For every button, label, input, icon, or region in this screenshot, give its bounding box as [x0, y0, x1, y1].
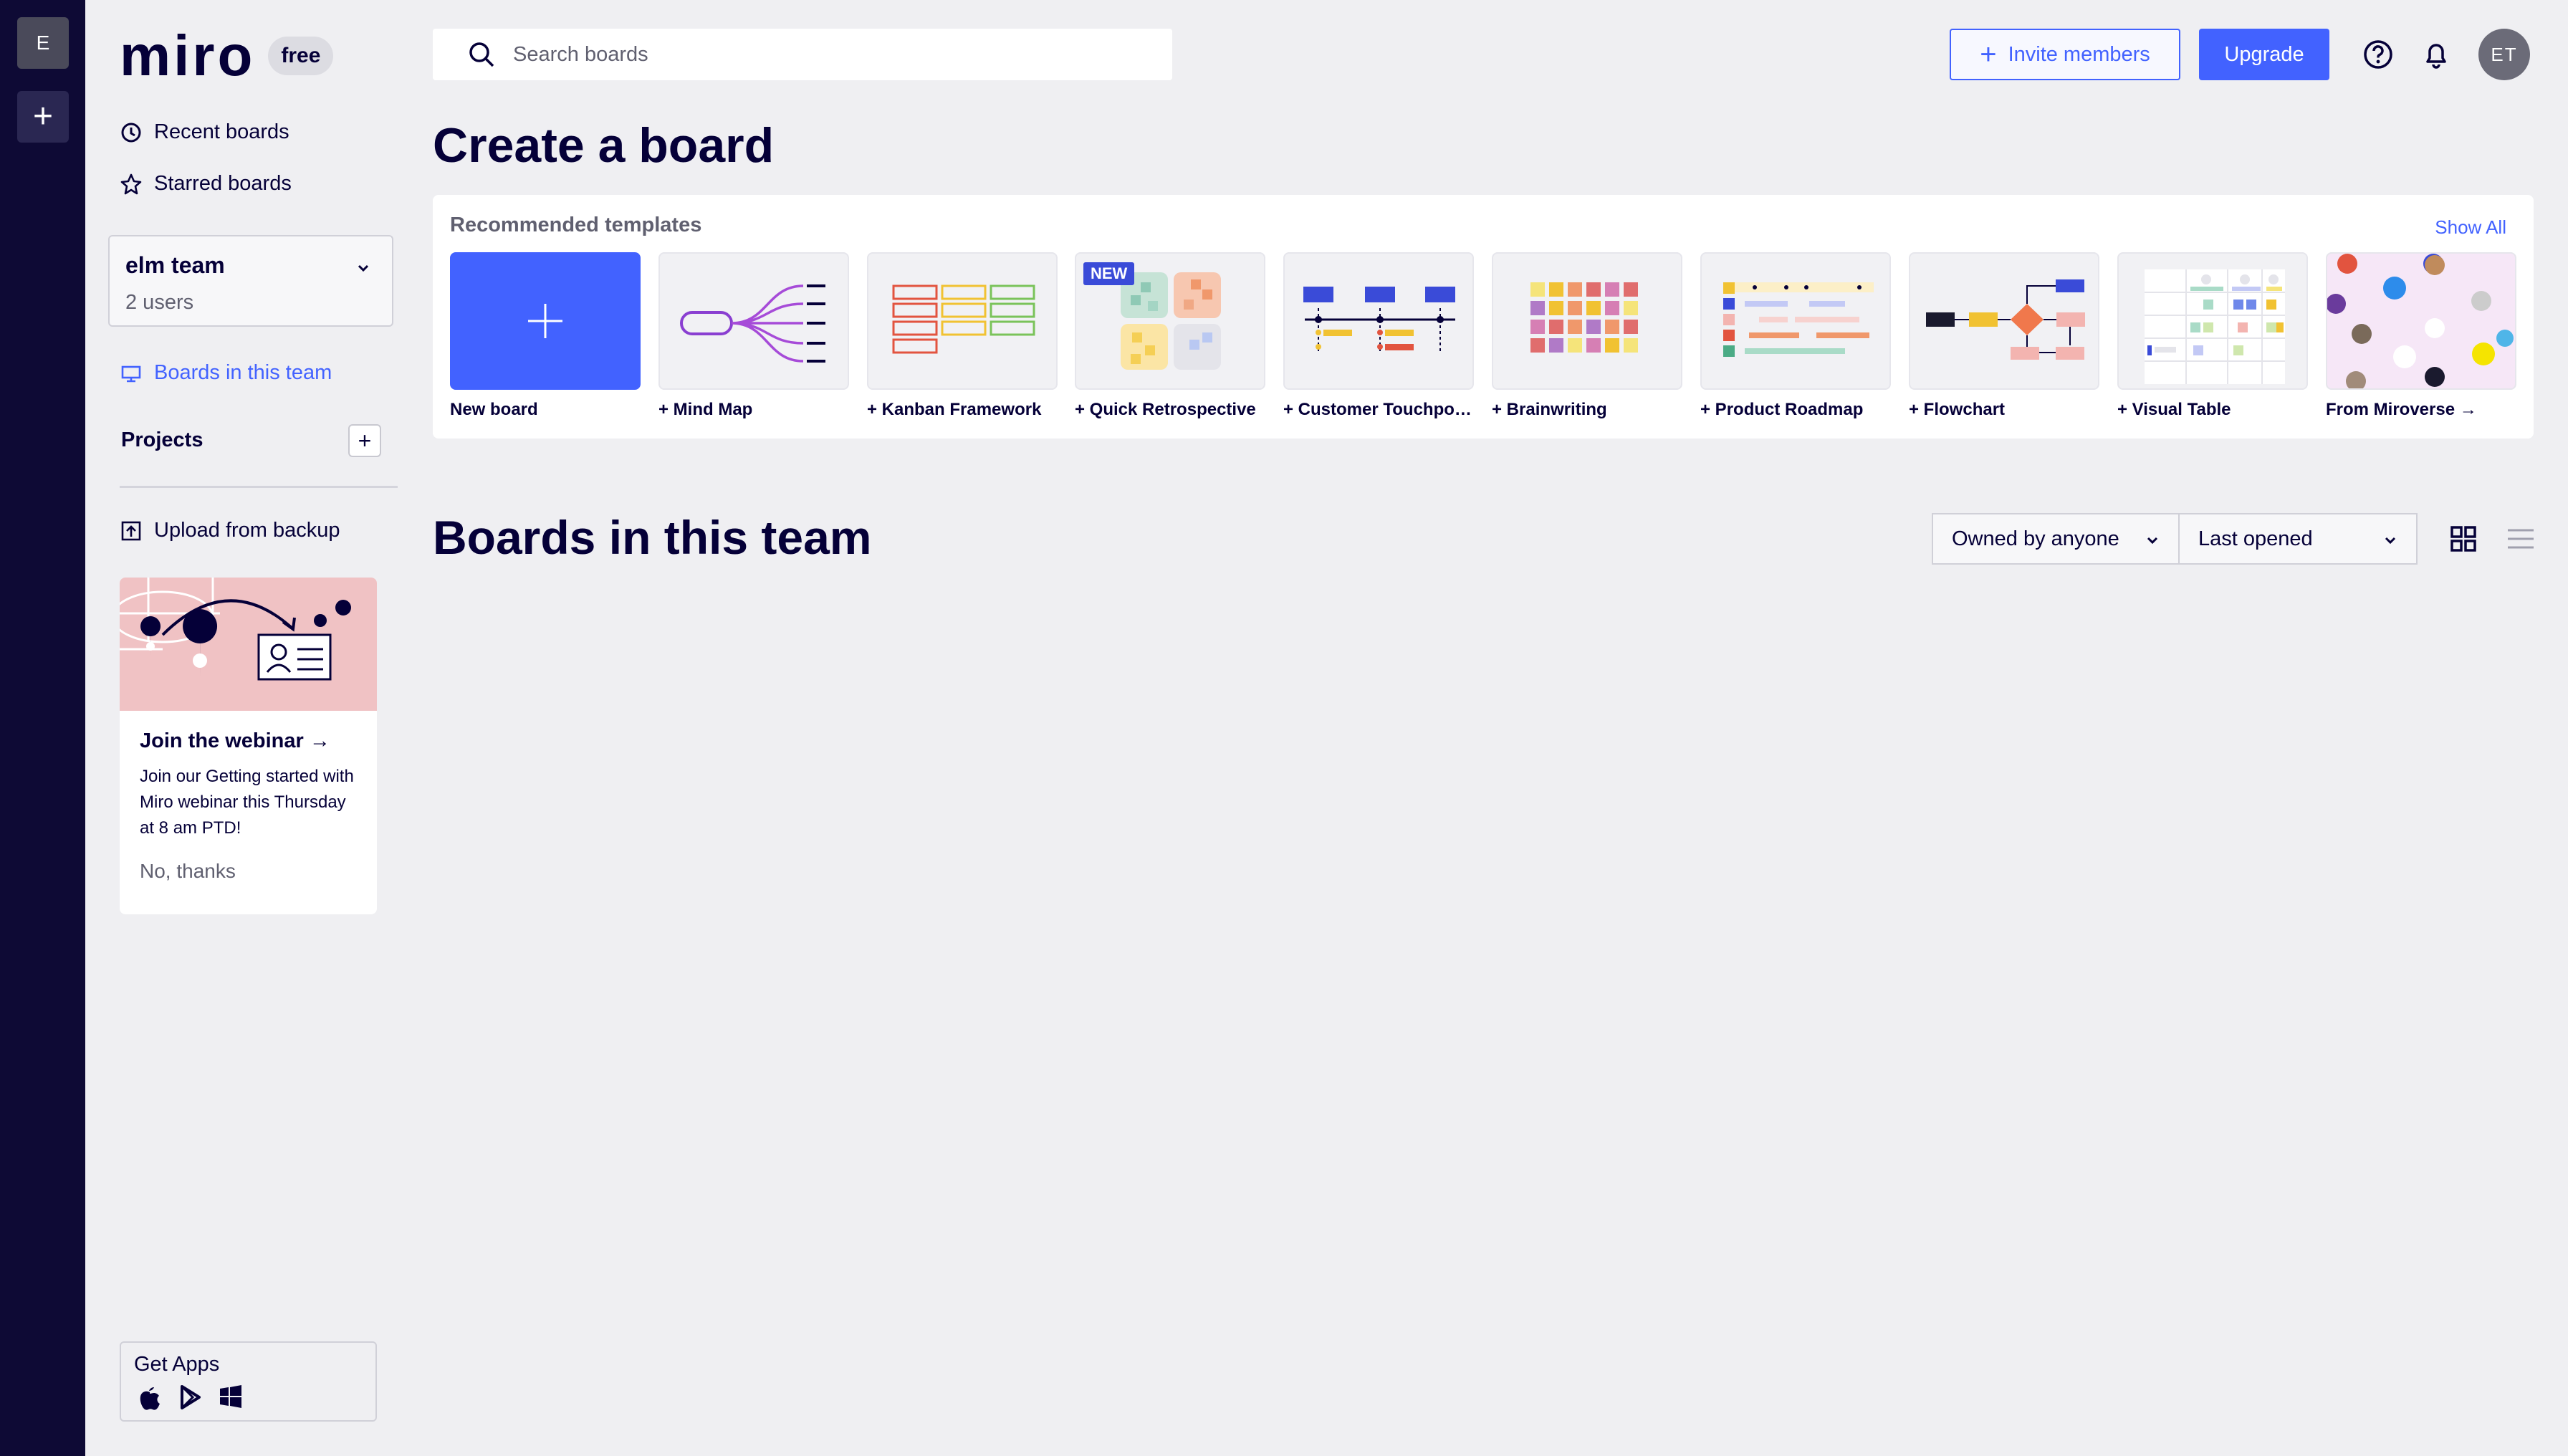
chevron-down-icon [2147, 537, 2158, 545]
plus-icon: + [1980, 39, 1997, 70]
sidebar-item-label: Starred boards [154, 172, 292, 195]
star-icon [120, 173, 142, 194]
sidebar-item-starred[interactable]: Starred boards [120, 172, 292, 196]
list-icon [2508, 529, 2534, 549]
sidebar-item-upload-backup[interactable]: Upload from backup [120, 519, 340, 542]
kanban-thumb [867, 252, 1058, 390]
plan-badge: free [268, 37, 334, 75]
search-input[interactable] [513, 42, 1158, 67]
template-label: + Brainwriting [1492, 400, 1607, 419]
apple-icon[interactable] [137, 1384, 163, 1412]
sort-select[interactable]: Last opened [2178, 513, 2418, 565]
touchpoint-thumb [1283, 252, 1474, 390]
upgrade-button[interactable]: Upgrade [2199, 29, 2329, 80]
upload-icon [121, 521, 141, 540]
search-bar[interactable] [433, 29, 1172, 80]
template-new-board[interactable]: New board [450, 252, 641, 420]
sidebar-item-boards-in-team[interactable]: Boards in this team [120, 361, 332, 385]
sidebar-item-label: Upload from backup [154, 519, 340, 542]
workspace-rail: E + [0, 0, 85, 1456]
plus-icon [528, 304, 562, 338]
template-miroverse[interactable]: From Miroverse → [2326, 252, 2516, 420]
user-avatar[interactable]: ET [2478, 29, 2530, 80]
team-name: elm team [125, 252, 225, 278]
team-switcher-button[interactable]: E [17, 17, 69, 69]
webinar-promo-card: Join the webinar → Join our Getting star… [120, 578, 377, 914]
get-apps-label: Get Apps [134, 1353, 220, 1376]
miroverse-thumb [2326, 252, 2516, 390]
chevron-down-icon [358, 264, 369, 272]
recommended-templates-panel: Recommended templates Show All New board… [433, 195, 2534, 439]
template-customer-touchpoint[interactable]: + Customer Touchpoint Map [1283, 252, 1474, 420]
template-label: From Miroverse → [2326, 400, 2477, 419]
template-label: + Flowchart [1909, 400, 2006, 419]
chevron-down-icon [2385, 537, 2396, 545]
sidebar-item-recent[interactable]: Recent boards [120, 120, 289, 144]
team-user-count: 2 users [125, 291, 194, 314]
get-apps-panel: Get Apps [120, 1341, 377, 1422]
windows-icon[interactable] [219, 1384, 243, 1409]
dismiss-promo-button[interactable]: No, thanks [140, 860, 236, 883]
sort-value: Last opened [2198, 527, 2313, 550]
miro-logo[interactable]: miro free [120, 23, 334, 89]
google-play-icon[interactable] [178, 1384, 203, 1410]
webinar-illustration [120, 578, 377, 711]
template-product-roadmap[interactable]: + Product Roadmap [1700, 252, 1891, 420]
bell-icon[interactable] [2419, 37, 2453, 72]
template-label: + Quick Retrospective [1075, 400, 1256, 419]
flowchart-thumb [1909, 252, 2099, 390]
team-selector[interactable]: elm team 2 users [108, 235, 393, 327]
owner-filter-select[interactable]: Owned by anyone [1932, 513, 2180, 565]
sidebar-item-label: Boards in this team [154, 361, 332, 384]
page-title: Create a board [433, 118, 775, 173]
new-badge: NEW [1083, 262, 1135, 285]
search-icon [469, 42, 494, 67]
templates-heading: Recommended templates [450, 214, 702, 236]
visual-table-thumb [2117, 252, 2308, 390]
add-team-button[interactable]: + [17, 91, 69, 143]
template-brainwriting[interactable]: + Brainwriting [1492, 252, 1682, 420]
section-title: Boards in this team [433, 511, 872, 564]
grid-view-button[interactable] [2446, 522, 2481, 556]
template-label: + Mind Map [658, 400, 753, 419]
help-icon[interactable] [2361, 37, 2395, 72]
grid-icon [2450, 526, 2476, 552]
sidebar: miro free Recent boards Starred boards e… [85, 0, 408, 1456]
template-flowchart[interactable]: + Flowchart [1909, 252, 2099, 420]
mind-map-thumb [658, 252, 849, 390]
template-label: + Customer Touchpoint Map [1283, 400, 1474, 419]
logo-wordmark: miro [120, 24, 256, 87]
template-kanban[interactable]: + Kanban Framework [867, 252, 1058, 420]
webinar-link[interactable]: Join the webinar → [140, 729, 330, 753]
template-label: + Product Roadmap [1700, 400, 1864, 419]
show-all-templates-link[interactable]: Show All [2435, 216, 2506, 239]
template-label: + Visual Table [2117, 400, 2231, 419]
template-label: + Kanban Framework [867, 400, 1042, 419]
roadmap-thumb [1700, 252, 1891, 390]
retrospective-thumb: NEW [1075, 252, 1265, 390]
brainwriting-thumb [1492, 252, 1682, 390]
owner-filter-value: Owned by anyone [1952, 527, 2119, 550]
sidebar-divider [120, 486, 398, 488]
projects-heading: Projects [121, 428, 203, 451]
list-view-button[interactable] [2504, 522, 2538, 556]
template-visual-table[interactable]: + Visual Table [2117, 252, 2308, 420]
add-project-button[interactable]: + [348, 424, 381, 457]
sidebar-item-label: Recent boards [154, 120, 289, 143]
template-label: New board [450, 400, 538, 419]
board-icon [121, 365, 141, 382]
clock-icon [121, 123, 141, 142]
invite-label: Invite members [2008, 42, 2150, 66]
template-quick-retrospective[interactable]: NEW + Quick Retrospective [1075, 252, 1265, 420]
new-board-thumb [450, 252, 641, 390]
invite-members-button[interactable]: + Invite members [1950, 29, 2180, 80]
template-mind-map[interactable]: + Mind Map [658, 252, 849, 420]
webinar-description: Join our Getting started with Miro webin… [140, 767, 354, 838]
